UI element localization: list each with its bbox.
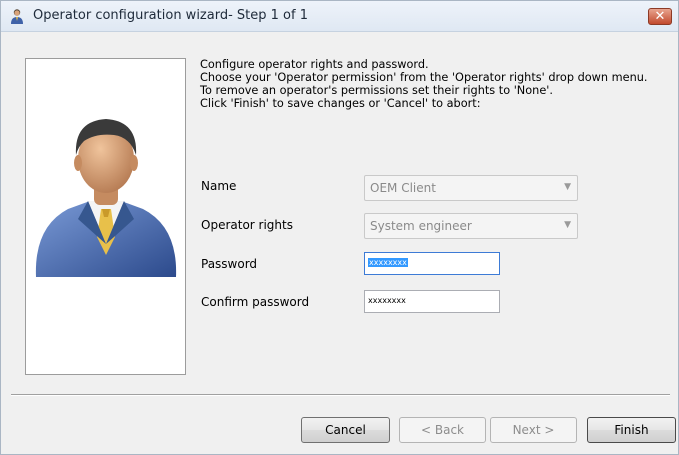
operator-rights-dropdown[interactable]: System engineer ▼ (364, 213, 578, 239)
businessman-avatar (35, 119, 177, 277)
name-value: OEM Client (370, 181, 436, 195)
next-button[interactable]: Next > (490, 417, 577, 443)
title-bar[interactable]: Operator configuration wizard- Step 1 of… (1, 1, 678, 32)
instructions-text: Configure operator rights and password. … (200, 58, 670, 110)
confirm-password-label: Confirm password (201, 295, 310, 309)
password-value: xxxxxxxx (368, 258, 408, 267)
instruction-line: Choose your 'Operator permission' from t… (200, 71, 648, 84)
wizard-window: Operator configuration wizard- Step 1 of… (0, 0, 679, 455)
close-button[interactable]: ✕ (648, 8, 672, 25)
chevron-down-icon: ▼ (564, 220, 571, 230)
operator-rights-label: Operator rights (201, 218, 293, 232)
operator-person-icon (11, 9, 23, 24)
confirm-password-value: xxxxxxxx (368, 296, 406, 305)
instruction-line: Click 'Finish' to save changes or 'Cance… (200, 97, 481, 110)
operator-rights-value: System engineer (370, 219, 472, 233)
name-dropdown[interactable]: OEM Client ▼ (364, 175, 578, 201)
password-field[interactable]: xxxxxxxx (364, 252, 500, 275)
instruction-line: Configure operator rights and password. (200, 58, 429, 71)
cancel-button[interactable]: Cancel (301, 417, 390, 443)
back-button[interactable]: < Back (399, 417, 486, 443)
chevron-down-icon: ▼ (564, 182, 571, 192)
confirm-password-field[interactable]: xxxxxxxx (364, 290, 500, 313)
window-title: Operator configuration wizard- Step 1 of… (33, 8, 308, 23)
instruction-line: To remove an operator's permissions set … (200, 84, 553, 97)
finish-button[interactable]: Finish (587, 417, 676, 443)
name-label: Name (201, 179, 237, 193)
button-divider (11, 394, 670, 396)
close-icon: ✕ (654, 9, 666, 24)
password-label: Password (201, 257, 258, 271)
operator-portrait-panel (25, 58, 186, 375)
